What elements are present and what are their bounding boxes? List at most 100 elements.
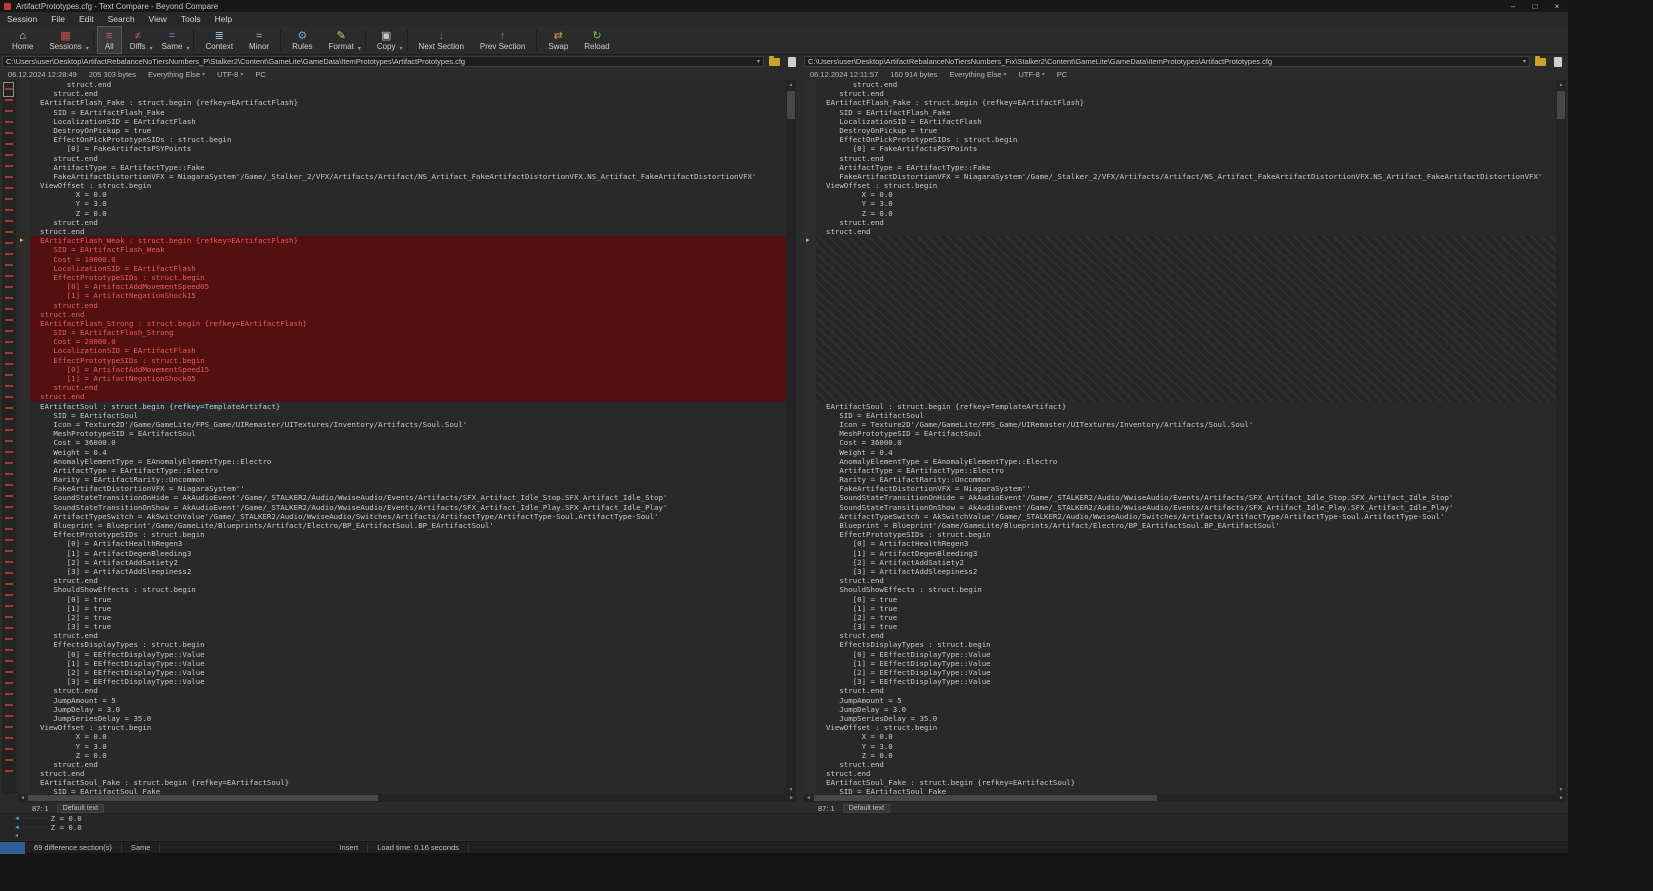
code-line[interactable]: MeshPrototypeSID = EArtifactSoul	[816, 429, 1556, 438]
code-line[interactable]: struct.end	[30, 383, 786, 393]
code-line[interactable]: FakeArtifactDistortionVFX = NiagaraSyste…	[30, 172, 786, 181]
menu-edit[interactable]: Edit	[72, 14, 101, 24]
code-line[interactable]: Z = 0.0	[30, 209, 786, 218]
code-line[interactable]: [1] = true	[30, 604, 786, 613]
code-line[interactable]: ViewOffset : struct.begin	[816, 181, 1556, 190]
code-line[interactable]: [2] = ArtifactAddSatiety2	[30, 558, 786, 567]
minimize-button[interactable]: –	[1502, 0, 1524, 12]
right-vscroll-thumb[interactable]	[1557, 91, 1565, 119]
code-line[interactable]: [3] = ArtifactAddSleepiness2	[816, 567, 1556, 576]
code-line[interactable]: struct.end	[30, 227, 786, 236]
code-line[interactable]: ViewOffset : struct.begin	[816, 723, 1556, 732]
code-line[interactable]: [1] = ArtifactNegationShock05	[30, 374, 786, 384]
code-line[interactable]: ViewOffset : struct.begin	[30, 723, 786, 732]
all-button[interactable]: ≡ All	[96, 26, 122, 54]
code-line[interactable]: FakeArtifactDistortionVFX = NiagaraSyste…	[816, 172, 1556, 181]
code-line[interactable]: struct.end	[30, 769, 786, 778]
code-line[interactable]: EffectPrototypeSIDs : struct.begin	[816, 530, 1556, 539]
code-line[interactable]: [1] = ArtifactDegenBleeding3	[816, 549, 1556, 558]
code-line[interactable]: struct.end	[30, 89, 786, 98]
code-line[interactable]: struct.end	[30, 631, 786, 640]
code-line[interactable]	[816, 236, 1556, 246]
code-line[interactable]: X = 0.0	[816, 732, 1556, 741]
code-line[interactable]: Cost = 10000.0	[30, 254, 786, 264]
code-line[interactable]: struct.end	[816, 631, 1556, 640]
left-line-ending-value[interactable]: PC	[255, 70, 265, 79]
code-line[interactable]: ViewOffset : struct.begin	[30, 181, 786, 190]
code-line[interactable]: Y = 3.0	[816, 742, 1556, 751]
code-line[interactable]: EArtifactSoul : struct.begin {refkey=Tem…	[816, 402, 1556, 411]
code-line[interactable]	[816, 282, 1556, 292]
code-line[interactable]	[816, 309, 1556, 319]
code-line[interactable]: struct.end	[816, 89, 1556, 98]
code-line[interactable]: Icon = Texture2D'/Game/GameLite/FPS_Game…	[30, 420, 786, 429]
code-line[interactable]: ArtifactType = EArtifactType::Electro	[816, 466, 1556, 475]
code-line[interactable]: [0] = ArtifactAddMovementSpeed05	[30, 282, 786, 292]
swap-button[interactable]: ⇄ Swap	[540, 26, 576, 54]
code-line[interactable]: SoundStateTransitionOnHide = AkAudioEven…	[816, 493, 1556, 502]
code-line[interactable]: Y = 3.0	[30, 742, 786, 751]
copy-button[interactable]: ▣ Copy ▾	[369, 26, 404, 54]
code-line[interactable]: struct.end	[816, 154, 1556, 163]
code-line[interactable]: [3] = true	[816, 622, 1556, 631]
code-line[interactable]: DestroyOnPickup = true	[816, 126, 1556, 135]
left-grammar-selector[interactable]: Default text	[56, 803, 105, 813]
code-line[interactable]: ShouldShowEffects : struct.begin	[816, 585, 1556, 594]
left-code[interactable]: struct.end struct.end EArtifactFlash_Fake…	[30, 80, 786, 794]
code-line[interactable]: ArtifactType = EArtifactType::Electro	[30, 466, 786, 475]
code-line[interactable]: Z = 0.0	[816, 751, 1556, 760]
code-line[interactable]: struct.end	[816, 218, 1556, 227]
code-line[interactable]	[816, 272, 1556, 283]
code-line[interactable]: EffectOnPickPrototypeSIDs : struct.begin	[816, 135, 1556, 144]
code-line[interactable]: EffectPrototypeSIDs : struct.begin	[30, 530, 786, 539]
code-line[interactable]: EArtifactSoul_Fake : struct.begin {refke…	[30, 778, 786, 787]
code-line[interactable]: SID = EArtifactSoul	[816, 411, 1556, 420]
code-line[interactable]	[816, 300, 1556, 310]
code-line[interactable]: ArtifactTypeSwitch = AkSwitchValue'/Game…	[30, 512, 786, 521]
home-button[interactable]: ⌂ Home	[4, 26, 41, 54]
code-line[interactable]: [2] = true	[30, 613, 786, 622]
code-line[interactable]: EArtifactFlash_Fake : struct.begin {refk…	[30, 98, 786, 107]
code-line[interactable]: EffectOnPickPrototypeSIDs : struct.begin	[30, 135, 786, 144]
scroll-left-icon[interactable]: ◄	[804, 794, 813, 802]
right-horizontal-scrollbar[interactable]: ◄ ►	[804, 794, 1566, 802]
code-line[interactable]: [1] = EEffectDisplayType::Value	[30, 659, 786, 668]
code-line[interactable]: JumpDelay = 3.0	[816, 705, 1556, 714]
left-horizontal-scrollbar[interactable]: ◄ ►	[18, 794, 796, 802]
code-line[interactable]: [3] = ArtifactAddSleepiness2	[30, 567, 786, 576]
code-line[interactable]: JumpAmount = 5	[30, 696, 786, 705]
code-line[interactable]: [0] = FakeArtifactsPSYPoints	[30, 144, 786, 153]
code-line[interactable]: [0] = true	[30, 595, 786, 604]
menu-view[interactable]: View	[142, 14, 174, 24]
code-line[interactable]: struct.end	[816, 80, 1556, 89]
code-line[interactable]: [3] = EEffectDisplayType::Value	[30, 677, 786, 686]
code-line[interactable]: LocalizationSID = EArtifactFlash	[816, 117, 1556, 126]
menu-session[interactable]: Session	[0, 14, 44, 24]
code-line[interactable]	[816, 245, 1556, 255]
sessions-button[interactable]: ▦ Sessions ▾	[41, 26, 89, 54]
code-line[interactable]: Rarity = EArtifactRarity::Uncommon	[816, 475, 1556, 484]
format-button[interactable]: ✎ Format ▾	[321, 26, 362, 54]
scroll-right-icon[interactable]: ►	[787, 794, 796, 802]
right-path-input[interactable]: C:\Users\user\Desktop\ArtifactRebalanceN…	[804, 56, 1530, 67]
code-line[interactable]: struct.end	[30, 154, 786, 163]
title-bar[interactable]: ArtifactPrototypes.cfg - Text Compare - …	[0, 0, 1568, 12]
code-line[interactable]: Blueprint = Blueprint'/Game/GameLite/Blu…	[30, 521, 786, 530]
code-line[interactable]: struct.end	[816, 576, 1556, 585]
code-line[interactable]: SoundStateTransitionOnShow = AkAudioEven…	[30, 503, 786, 512]
right-open-file-button[interactable]	[1550, 56, 1566, 67]
code-line[interactable]: AnomalyElementType = EAnomalyElementType…	[30, 457, 786, 466]
left-open-file-button[interactable]	[784, 56, 800, 67]
code-line[interactable]: [0] = ArtifactAddMovementSpeed15	[30, 364, 786, 374]
menu-file[interactable]: File	[44, 14, 72, 24]
code-line[interactable]: [2] = ArtifactAddSatiety2	[816, 558, 1556, 567]
left-encoding-dropdown[interactable]: UTF-8 ▾	[217, 70, 243, 79]
code-line[interactable]: struct.end	[30, 300, 786, 310]
code-line[interactable]	[816, 263, 1556, 273]
code-line[interactable]: LocalizationSID = EArtifactFlash	[30, 117, 786, 126]
code-line[interactable]: AnomalyElementType = EAnomalyElementType…	[816, 457, 1556, 466]
left-vscroll-thumb[interactable]	[787, 91, 795, 119]
next-section-button[interactable]: ↓ Next Section	[411, 26, 472, 54]
code-line[interactable]: JumpDelay = 3.0	[30, 705, 786, 714]
code-line[interactable]: [3] = true	[30, 622, 786, 631]
